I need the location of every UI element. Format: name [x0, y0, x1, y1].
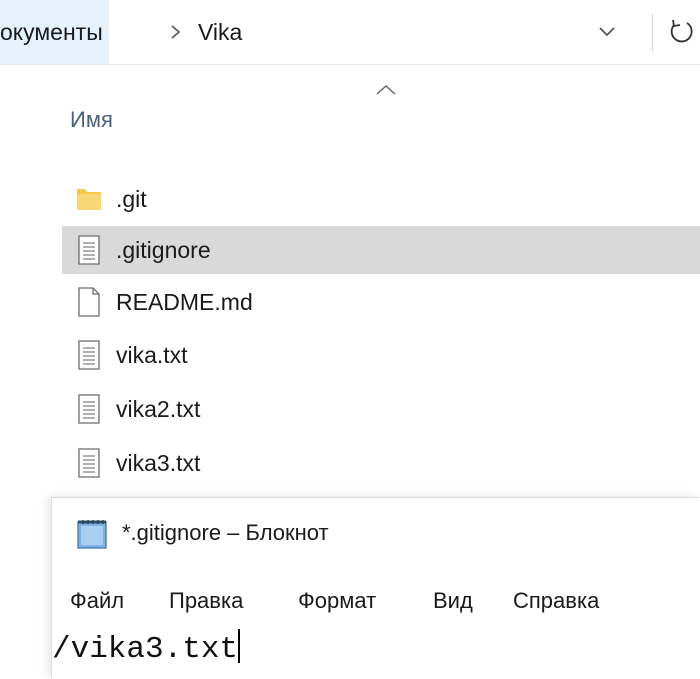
file-name: vika2.txt: [116, 396, 201, 422]
notepad-app-icon[interactable]: [72, 516, 112, 552]
text-file-icon: [78, 394, 100, 424]
breadcrumb-vika[interactable]: Vika: [198, 0, 242, 64]
menu-view[interactable]: Вид: [433, 580, 473, 622]
notepad-content: /vika3.txt: [52, 628, 241, 672]
sort-ascending-icon: [376, 84, 396, 95]
column-header-name[interactable]: Имя: [70, 107, 113, 133]
chevron-right-icon[interactable]: [162, 0, 190, 64]
file-name: .git: [116, 186, 147, 212]
menu-help[interactable]: Справка: [513, 580, 599, 622]
notepad-text-area[interactable]: /vika3.txt: [52, 622, 700, 679]
notepad-titlebar[interactable]: *.gitignore – Блокнот: [52, 498, 700, 568]
text-file-icon: [78, 340, 100, 370]
blank-file-icon: [78, 287, 100, 317]
file-name: .gitignore: [116, 237, 211, 263]
file-name: vika3.txt: [116, 450, 201, 476]
text-caret: [238, 629, 241, 663]
address-bar[interactable]: окументы Vika: [0, 0, 700, 65]
file-row-git[interactable]: .git: [62, 175, 700, 223]
refresh-icon[interactable]: [667, 18, 695, 46]
folder-icon: [77, 189, 101, 210]
notepad-content-text: /vika3.txt: [52, 632, 239, 667]
file-row-gitignore[interactable]: .gitignore: [62, 226, 700, 274]
text-file-icon: [78, 448, 100, 478]
address-bar-divider: [652, 14, 653, 52]
file-name: vika.txt: [116, 342, 188, 368]
file-row-readme[interactable]: README.md: [62, 278, 700, 326]
menu-edit[interactable]: Правка: [169, 580, 243, 622]
file-row-vika3[interactable]: vika3.txt: [62, 439, 700, 487]
file-name: README.md: [116, 289, 253, 315]
chevron-down-icon[interactable]: [596, 24, 618, 40]
text-file-icon: [78, 235, 100, 265]
notepad-title: *.gitignore – Блокнот: [122, 520, 329, 545]
file-row-vika[interactable]: vika.txt: [62, 331, 700, 379]
menu-format[interactable]: Формат: [298, 580, 376, 622]
breadcrumb-documents[interactable]: окументы: [0, 0, 109, 64]
notepad-menubar: Файл Правка Формат Вид Справка: [52, 580, 700, 622]
menu-file[interactable]: Файл: [70, 580, 124, 622]
notepad-window: *.gitignore – Блокнот Файл Правка Формат…: [52, 498, 700, 679]
file-row-vika2[interactable]: vika2.txt: [62, 385, 700, 433]
